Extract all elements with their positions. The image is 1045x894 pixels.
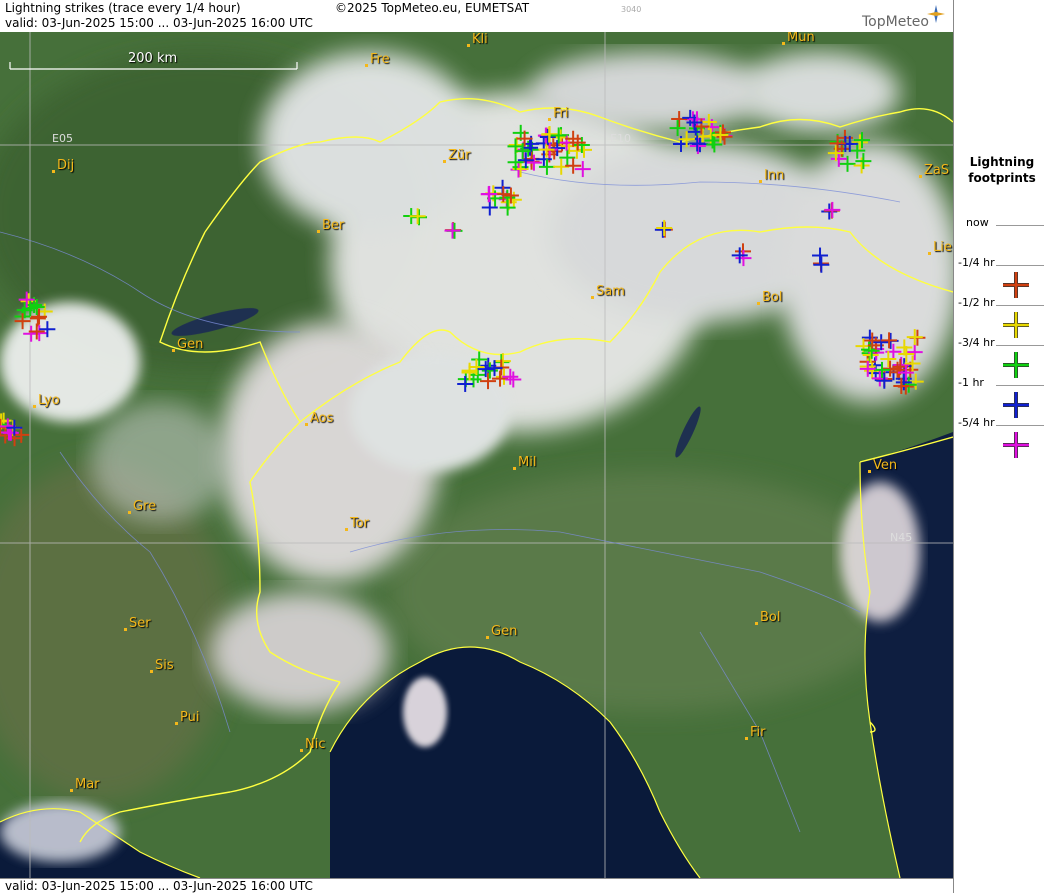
- legend-label: -1/2 hr: [958, 296, 995, 309]
- grid-label-n45: N45: [890, 531, 913, 544]
- city-label: Ven: [867, 458, 898, 473]
- scale-label: 200 km: [128, 51, 178, 66]
- city-label: Gre: [127, 499, 157, 514]
- grid-label-e05: E05: [52, 132, 73, 145]
- legend-separator: [996, 225, 1044, 226]
- legend-plus-icon: [1003, 392, 1029, 418]
- legend-label: -3/4 hr: [958, 336, 995, 349]
- legend-plus-icon: [1003, 312, 1029, 338]
- legend-label: -1 hr: [958, 376, 984, 389]
- header-bar: Lightning strikes (trace every 1/4 hour)…: [0, 0, 953, 33]
- city-label: Ser: [124, 616, 151, 631]
- city-label: Bol: [756, 290, 783, 305]
- city-label: Sam: [591, 284, 625, 299]
- city-label: Dij: [51, 158, 75, 173]
- legend-plus-icon: [1003, 352, 1029, 378]
- city-label: Fri: [548, 106, 569, 121]
- city-label: Fre: [365, 52, 390, 67]
- city-label: Zür: [443, 148, 471, 163]
- legend-separator: [996, 305, 1044, 306]
- city-label: Mar: [70, 777, 100, 792]
- map-title: Lightning strikes (trace every 1/4 hour): [5, 1, 241, 15]
- city-label: Fir: [745, 725, 766, 740]
- legend-separator: [996, 345, 1044, 346]
- city-label: Aos: [304, 411, 334, 426]
- footer-valid-time: valid: 03-Jun-2025 15:00 ... 03-Jun-2025…: [5, 879, 313, 893]
- legend-panel: Lightning footprints now -1/4 hr -1/2 hr -3…: [953, 0, 1045, 893]
- legend-label: -1/4 hr: [958, 256, 995, 269]
- satellite-map[interactable]: 200 km E05 E10 N45 Fre Kli Mun Fri Dij Zür Inn…: [0, 32, 953, 878]
- city-label: Lie: [928, 240, 952, 255]
- legend-plus-icon: [1003, 272, 1029, 298]
- map-canvas: [0, 32, 953, 878]
- city-label: Lyo: [33, 393, 60, 408]
- city-label: Gen: [171, 337, 204, 352]
- topmeteo-logo-icon: [927, 5, 945, 23]
- brand-logo-text: TopMeteo: [862, 14, 929, 30]
- city-label: ZaS: [918, 163, 950, 178]
- city-label: Pui: [174, 710, 200, 725]
- city-label: Mil: [512, 455, 537, 470]
- footer-bar: valid: 03-Jun-2025 15:00 ... 03-Jun-2025…: [0, 878, 953, 894]
- city-label: Gen: [485, 624, 518, 639]
- legend-label: now: [966, 216, 989, 229]
- legend-label: -5/4 hr: [958, 416, 995, 429]
- legend-plus-icon: [1003, 432, 1029, 458]
- city-label: Tor: [344, 516, 370, 531]
- city-label: Sis: [150, 658, 174, 673]
- legend-separator: [996, 265, 1044, 266]
- copyright: ©2025 TopMeteo.eu, EUMETSAT: [335, 1, 530, 15]
- city-label: Bol: [754, 610, 781, 625]
- grid-label-e10: E10: [610, 132, 631, 145]
- legend-separator: [996, 385, 1044, 386]
- city-label: Mun: [782, 32, 815, 45]
- map-code: 3040: [621, 5, 642, 14]
- city-label: Nic: [299, 737, 326, 752]
- legend-separator: [996, 425, 1044, 426]
- valid-time: valid: 03-Jun-2025 15:00 ... 03-Jun-2025…: [5, 16, 313, 30]
- legend-title: Lightning footprints: [968, 155, 1036, 185]
- city-label: Ber: [316, 218, 345, 233]
- city-label: Kli: [467, 32, 488, 47]
- city-label: Inn: [758, 168, 785, 183]
